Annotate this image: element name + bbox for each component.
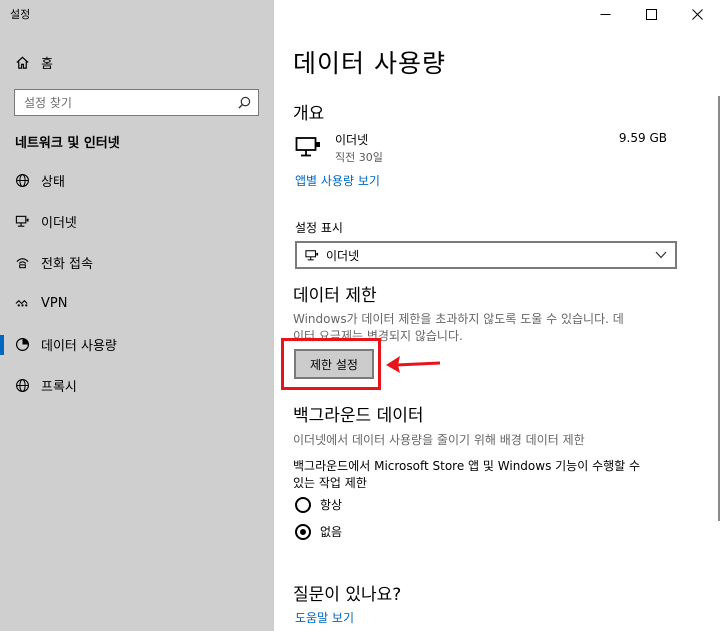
window-controls [582, 0, 720, 29]
sidebar: 설정 홈 네트워크 및 인터넷 상태 이더넷 전화 접속 [0, 0, 274, 631]
sidebar-item-ethernet[interactable]: 이더넷 [0, 201, 274, 242]
sidebar-nav: 상태 이더넷 전화 접속 VPN 데이터 사용량 프록시 [0, 160, 274, 406]
sidebar-item-label: 전화 접속 [41, 257, 93, 272]
globe-icon [14, 378, 30, 394]
background-data-heading: 백그라운드 데이터 [293, 406, 424, 426]
nav-home-label: 홈 [41, 56, 53, 72]
monitor-icon [305, 249, 319, 260]
radio-never[interactable]: 없음 [295, 523, 342, 540]
background-data-question-line2: 있는 작업 제한 [293, 476, 367, 490]
sidebar-item-vpn[interactable]: VPN [0, 283, 274, 324]
monitor-icon [14, 214, 30, 230]
radio-circle[interactable] [295, 496, 311, 513]
close-button[interactable] [674, 0, 720, 29]
network-usage-row: 이더넷 직전 30일 9.59 GB [295, 128, 675, 168]
network-name: 이더넷 [335, 133, 369, 147]
network-select-value: 이더넷 [326, 248, 360, 263]
sidebar-item-data-usage[interactable]: 데이터 사용량 [0, 324, 274, 365]
radio-label: 없음 [320, 525, 343, 539]
monitor-icon [295, 137, 320, 157]
phone-icon [14, 255, 30, 271]
overview-heading: 개요 [293, 104, 325, 124]
page-title: 데이터 사용량 [293, 49, 446, 78]
help-link[interactable]: 도움말 보기 [295, 609, 354, 626]
radio-circle[interactable] [295, 523, 311, 540]
search-input[interactable] [15, 90, 235, 115]
radio-label: 항상 [320, 498, 343, 512]
chevron-down-icon [655, 251, 667, 259]
main-content: 데이터 사용량 개요 이더넷 직전 30일 9.59 GB 앱별 사용량 보기 … [274, 0, 720, 631]
vpn-icon [14, 296, 30, 312]
search-icon[interactable] [238, 96, 251, 109]
background-data-question-line1: 백그라운드에서 Microsoft Store 앱 및 Windows 기능이 … [293, 459, 641, 473]
data-usage-icon [14, 337, 30, 353]
radio-always[interactable]: 항상 [295, 496, 342, 513]
settings-display-label: 설정 표시 [295, 221, 343, 235]
search-box[interactable] [14, 89, 259, 116]
home-icon [14, 54, 30, 70]
minimize-button[interactable] [582, 0, 628, 29]
sidebar-item-status[interactable]: 상태 [0, 160, 274, 201]
data-limit-desc-line1: Windows가 데이터 제한을 초과하지 않도록 도울 수 있습니다. 데 [293, 312, 624, 326]
sidebar-item-label: 데이터 사용량 [41, 339, 117, 354]
background-data-desc: 이더넷에서 데이터 사용량을 줄이기 위해 배경 데이터 제한 [293, 433, 585, 447]
data-limit-heading: 데이터 제한 [293, 286, 377, 306]
sidebar-item-label: 상태 [41, 175, 65, 190]
minimize-icon [600, 14, 610, 15]
sidebar-section-title: 네트워크 및 인터넷 [15, 136, 120, 151]
sidebar-item-dialup[interactable]: 전화 접속 [0, 242, 274, 283]
window-title: 설정 [10, 8, 31, 21]
app-usage-link[interactable]: 앱별 사용량 보기 [295, 172, 380, 189]
network-select[interactable]: 이더넷 [295, 241, 677, 269]
annotation-arrow-icon [386, 356, 441, 373]
close-icon [691, 9, 703, 20]
sidebar-item-label: VPN [41, 296, 68, 311]
globe-icon [14, 173, 30, 189]
maximize-button[interactable] [628, 0, 674, 29]
network-period: 직전 30일 [335, 151, 383, 164]
sidebar-item-label: 프록시 [41, 380, 77, 395]
nav-home[interactable]: 홈 [14, 52, 53, 72]
sidebar-item-label: 이더넷 [41, 216, 77, 231]
network-usage-value: 9.59 GB [618, 131, 667, 145]
help-heading: 질문이 있나요? [293, 585, 402, 605]
maximize-icon [645, 9, 657, 20]
set-limit-button[interactable]: 제한 설정 [294, 349, 374, 379]
sidebar-item-proxy[interactable]: 프록시 [0, 365, 274, 406]
